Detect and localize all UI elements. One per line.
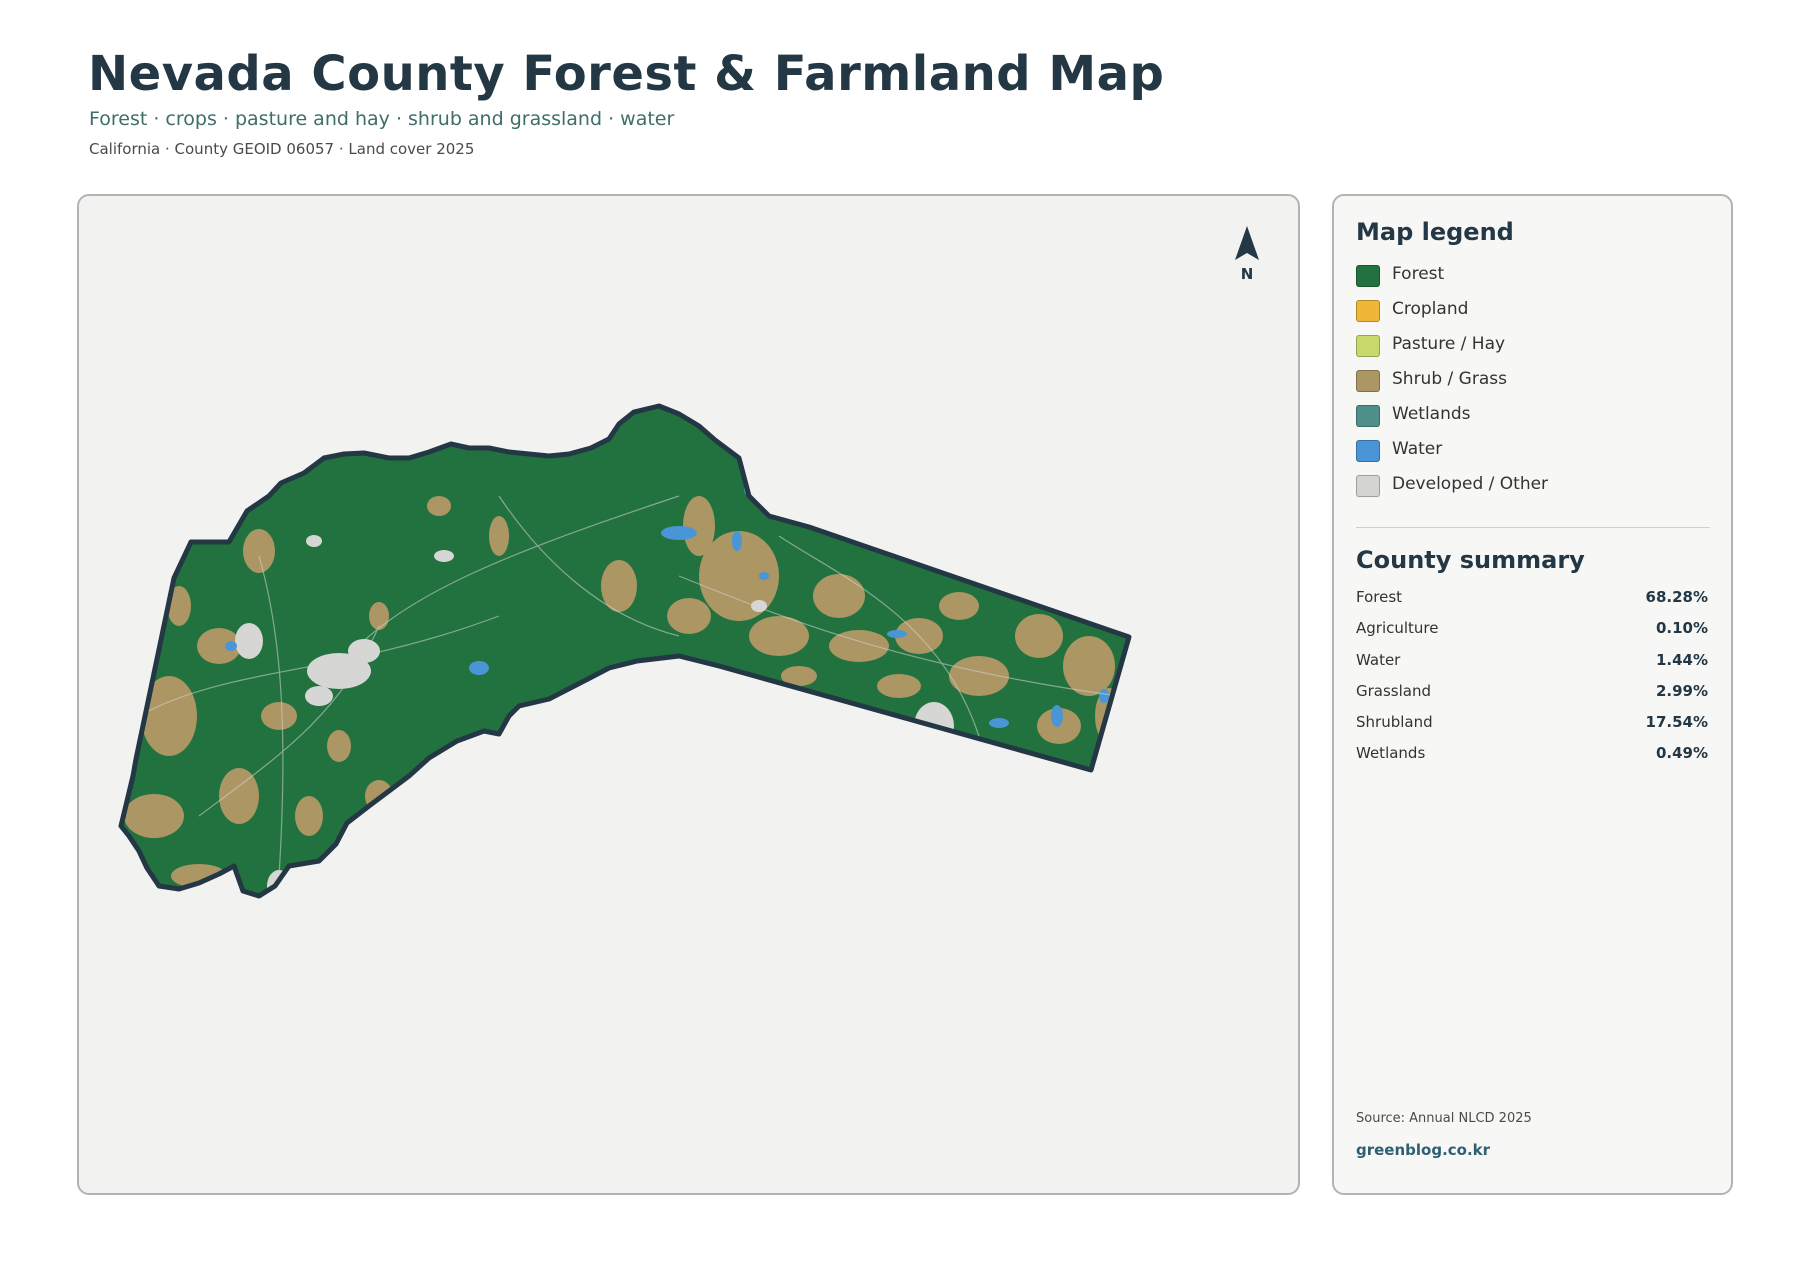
summary-value: 2.99%: [1655, 681, 1708, 700]
legend-item: Cropland: [1356, 299, 1716, 334]
source-note: Source: Annual NLCD 2025: [1356, 1111, 1532, 1126]
north-arrow: N: [1235, 226, 1259, 283]
summary-value: 0.10%: [1655, 619, 1708, 638]
summary-value: 0.49%: [1655, 744, 1708, 763]
legend-label: Forest: [1392, 264, 1445, 284]
forest-fill: [121, 406, 1129, 896]
legend-swatch: [1356, 335, 1380, 357]
summary-list: Forest 68.28% Agriculture 0.10% Water 1.44% Gr…: [1356, 588, 1708, 776]
legend-swatch: [1356, 405, 1380, 427]
page-subtitle: Forest · crops · pasture and hay · shrub…: [89, 108, 675, 130]
legend-label: Developed / Other: [1392, 474, 1549, 494]
summary-row: Water 1.44%: [1356, 651, 1708, 682]
summary-name: Forest: [1356, 588, 1403, 606]
summary-title: County summary: [1356, 546, 1585, 574]
summary-row: Shrubland 17.54%: [1356, 713, 1708, 744]
page-meta: California · County GEOID 06057 · Land c…: [89, 140, 475, 158]
legend-item: Shrub / Grass: [1356, 369, 1716, 404]
divider: [1356, 527, 1710, 528]
summary-value: 1.44%: [1655, 650, 1708, 669]
summary-value: 17.54%: [1645, 713, 1708, 732]
summary-name: Water: [1356, 650, 1401, 669]
north-arrow-icon: [1235, 226, 1259, 260]
legend-swatch: [1356, 440, 1380, 462]
summary-row: Grassland 2.99%: [1356, 682, 1708, 713]
land-cover-layer: [121, 406, 1129, 896]
summary-row: Wetlands 0.49%: [1356, 744, 1708, 775]
brand-link[interactable]: greenblog.co.kr: [1356, 1141, 1490, 1159]
summary-name: Wetlands: [1356, 744, 1426, 763]
legend-item: Water: [1356, 439, 1716, 474]
summary-name: Agriculture: [1356, 619, 1439, 638]
map-panel[interactable]: N: [77, 194, 1300, 1195]
legend-item: Pasture / Hay: [1356, 334, 1716, 369]
summary-row: Forest 68.28%: [1356, 588, 1708, 619]
summary-row: Agriculture 0.10%: [1356, 619, 1708, 650]
summary-name: Shrubland: [1356, 713, 1433, 732]
legend-label: Wetlands: [1392, 404, 1471, 424]
legend-item: Forest: [1356, 264, 1716, 299]
legend-list: Forest Cropland Pasture / Hay Shrub / Grass…: [1356, 264, 1716, 509]
page-title: Nevada County Forest & Farmland Map: [88, 46, 1165, 102]
side-panel: Map legend Forest Cropland Pasture / Hay Sh…: [1332, 194, 1733, 1195]
legend-label: Cropland: [1392, 299, 1469, 319]
legend-title: Map legend: [1356, 218, 1514, 246]
legend-swatch: [1356, 370, 1380, 392]
legend-label: Pasture / Hay: [1392, 334, 1506, 354]
county-map[interactable]: N: [79, 196, 1300, 1195]
legend-swatch: [1356, 300, 1380, 322]
legend-label: Shrub / Grass: [1392, 369, 1507, 389]
summary-name: Grassland: [1356, 681, 1431, 700]
north-label: N: [1241, 265, 1254, 283]
legend-swatch: [1356, 265, 1380, 287]
summary-value: 68.28%: [1645, 588, 1708, 606]
legend-swatch: [1356, 475, 1380, 497]
legend-item: Developed / Other: [1356, 474, 1716, 509]
legend-label: Water: [1392, 439, 1443, 459]
legend-item: Wetlands: [1356, 404, 1716, 439]
